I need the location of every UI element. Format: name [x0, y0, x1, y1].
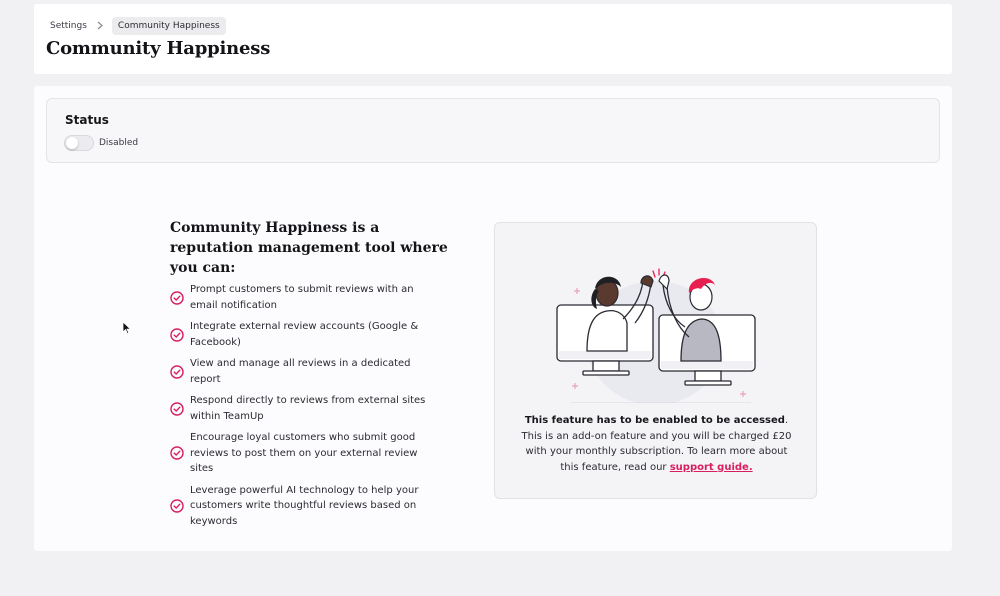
check-circle-icon [170, 499, 184, 513]
check-circle-icon [170, 446, 184, 460]
mouse-cursor-icon [122, 321, 132, 335]
status-toggle[interactable] [64, 135, 94, 151]
breadcrumb-current: Community Happiness [111, 16, 226, 35]
header-card: Settings Community Happiness Community H… [34, 4, 952, 74]
check-circle-icon [170, 327, 184, 342]
page-title: Community Happiness [46, 38, 271, 59]
feature-item: Respond directly to reviews from externa… [170, 393, 440, 424]
feature-text: Leverage powerful AI technology to help … [190, 484, 419, 527]
status-title: Status [65, 113, 109, 127]
feature-item: View and manage all reviews in a dedicat… [170, 356, 440, 387]
breadcrumb-settings-link[interactable]: Settings [50, 21, 87, 31]
feature-info-card: This feature has to be enabled to be acc… [494, 222, 817, 499]
check-circle-icon [170, 364, 184, 379]
info-bold-text: This feature has to be enabled to be acc… [524, 415, 785, 426]
support-guide-link[interactable]: support guide. [670, 462, 753, 473]
feature-item: Leverage powerful AI technology to help … [170, 483, 440, 530]
feature-item: Prompt customers to submit reviews with … [170, 282, 440, 313]
feature-text: Encourage loyal customers who submit goo… [190, 432, 418, 474]
feature-text: Integrate external review accounts (Goog… [190, 321, 419, 348]
feature-text: Respond directly to reviews from externa… [190, 395, 426, 422]
status-panel: Status Disabled [46, 98, 940, 163]
intro-title: Community Happiness is a reputation mana… [170, 220, 448, 276]
check-circle-icon [170, 401, 184, 416]
chevron-right-icon [97, 21, 103, 30]
feature-text: View and manage all reviews in a dedicat… [190, 358, 411, 385]
status-toggle-label: Disabled [99, 138, 139, 148]
toggle-knob [66, 137, 78, 149]
high-five-illustration [556, 268, 756, 403]
feature-info-text: This feature has to be enabled to be acc… [521, 413, 792, 475]
feature-item: Integrate external review accounts (Goog… [170, 319, 440, 350]
feature-item: Encourage loyal customers who submit goo… [170, 430, 440, 477]
main-card: Status Disabled Community Happiness is a… [34, 86, 952, 551]
feature-list: Prompt customers to submit reviews with … [170, 282, 440, 535]
breadcrumb: Settings Community Happiness [50, 16, 226, 35]
check-circle-icon [170, 290, 184, 305]
feature-text: Prompt customers to submit reviews with … [190, 284, 414, 311]
